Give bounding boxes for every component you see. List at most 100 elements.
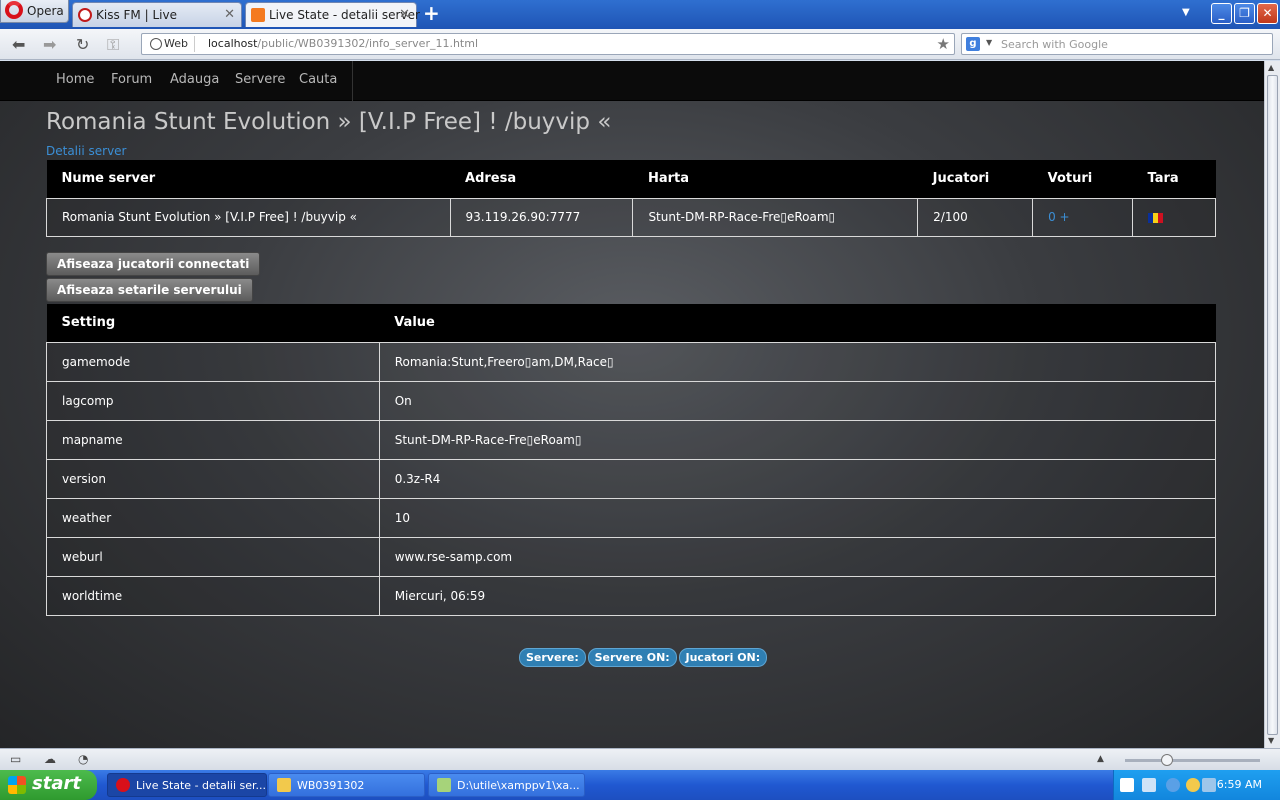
search-engine-chevron-down-icon[interactable]: ▼: [986, 38, 992, 47]
table-row: weburl www.rse-samp.com: [46, 536, 1217, 577]
forward-arrow-icon[interactable]: ➡: [43, 35, 56, 54]
address-url[interactable]: localhost/public/WB0391302/info_server_1…: [208, 37, 478, 50]
taskbar-item-notepad[interactable]: D:\utile\xamppv1\xa...: [428, 773, 585, 797]
scroll-up-icon[interactable]: ▲: [1268, 63, 1274, 72]
taskbar-item-label: WB0391302: [297, 779, 365, 792]
setting-name-cell: worldtime: [46, 575, 380, 616]
windows-taskbar: start Live State - detalii ser... WB0391…: [0, 770, 1280, 800]
help-icon[interactable]: [1120, 778, 1134, 792]
nav-cauta[interactable]: Cauta: [299, 72, 337, 87]
setting-value-cell: www.rse-samp.com: [378, 536, 1217, 577]
tab-title: Kiss FM | Live: [96, 8, 177, 22]
scroll-down-icon[interactable]: ▼: [1268, 736, 1274, 745]
table-row: weather 10: [46, 497, 1217, 538]
tab-close-icon[interactable]: ✕: [399, 7, 410, 22]
tab-kiss-fm[interactable]: Kiss FM | Live ✕: [72, 2, 242, 27]
taskbar-item-folder[interactable]: WB0391302: [268, 773, 425, 797]
table-header-row: Nume server Adresa Harta Jucatori Voturi…: [46, 160, 1216, 198]
back-arrow-icon[interactable]: ⬅: [12, 35, 25, 54]
search-box[interactable]: g ▼ Search with Google: [961, 33, 1273, 55]
setting-name-cell: gamemode: [46, 341, 380, 382]
messenger-icon[interactable]: [1186, 778, 1200, 792]
nav-servere[interactable]: Servere: [235, 72, 285, 87]
table-row: version 0.3z-R4: [46, 458, 1217, 499]
nav-forum[interactable]: Forum: [111, 72, 152, 87]
setting-value-cell: On: [378, 380, 1217, 421]
nav-divider: [352, 61, 353, 101]
table-row: mapname Stunt-DM-RP-Race-Fre▯eRoam▯: [46, 419, 1217, 460]
view-chevron-up-icon[interactable]: ▲: [1097, 754, 1104, 764]
page-viewport: Home Forum Adauga Servere Cauta Romania …: [0, 61, 1264, 748]
table-row: Romania Stunt Evolution » [V.I.P Free] !…: [46, 197, 1216, 237]
server-country-cell: [1132, 197, 1216, 237]
address-bar[interactable]: Web localhost/public/WB0391302/info_serv…: [141, 33, 955, 55]
vote-link[interactable]: 0 +: [1048, 210, 1070, 224]
maximize-window-button[interactable]: ❐: [1234, 3, 1255, 24]
nav-home[interactable]: Home: [56, 72, 94, 87]
taskbar-item-label: D:\utile\xamppv1\xa...: [457, 779, 580, 792]
folder-icon: [277, 778, 291, 792]
setting-name-cell: mapname: [46, 419, 380, 460]
column-header: Jucatori: [917, 160, 1033, 198]
setting-name-cell: version: [46, 458, 380, 499]
opera-unite-icon[interactable]: ☁: [44, 752, 56, 766]
servers-on-stat-badge: Servere ON:: [587, 648, 677, 667]
volume-icon[interactable]: [1202, 778, 1216, 792]
opera-menu-label: Opera: [27, 4, 64, 18]
browser-status-bar: ▭ ☁ ◔ ▲: [0, 748, 1280, 770]
turbo-icon[interactable]: ◔: [78, 752, 88, 766]
tab-live-state[interactable]: Live State - detalii server ✕: [245, 2, 420, 27]
setting-value-cell: Stunt-DM-RP-Race-Fre▯eRoam▯: [378, 419, 1217, 460]
zoom-slider[interactable]: [1125, 754, 1260, 766]
settings-table: Setting Value gamemode Romania:Stunt,Free…: [46, 304, 1217, 616]
windows-logo-icon: [8, 776, 26, 794]
zoom-slider-knob[interactable]: [1161, 754, 1173, 766]
network-icon[interactable]: [1142, 778, 1156, 792]
server-name-cell: Romania Stunt Evolution » [V.I.P Free] !…: [46, 197, 451, 237]
server-info-table: Nume server Adresa Harta Jucatori Voturi…: [46, 160, 1216, 237]
page-title: Romania Stunt Evolution » [V.I.P Free] !…: [46, 109, 612, 135]
setting-value-cell: Miercuri, 06:59: [378, 575, 1217, 616]
server-players-cell: 2/100: [917, 197, 1034, 237]
start-button[interactable]: start: [0, 770, 97, 800]
table-row: lagcomp On: [46, 380, 1217, 421]
opera-menu-button[interactable]: Opera: [0, 0, 69, 23]
column-header: Setting: [46, 304, 380, 342]
servers-stat-badge: Servere:: [519, 648, 586, 667]
setting-name-cell: weather: [46, 497, 380, 538]
server-votes-cell: 0 +: [1032, 197, 1134, 237]
new-tab-button[interactable]: +: [423, 3, 440, 23]
column-header: Nume server: [46, 160, 451, 198]
column-header: Voturi: [1032, 160, 1133, 198]
scrollbar-thumb[interactable]: [1267, 75, 1278, 735]
key-icon[interactable]: ⚿: [107, 35, 119, 55]
tab-list-chevron-down-icon[interactable]: ▼: [1182, 7, 1190, 18]
panel-toggle-icon[interactable]: ▭: [10, 752, 21, 766]
reload-icon[interactable]: ↻: [76, 35, 89, 54]
minimize-window-button[interactable]: _: [1211, 3, 1232, 24]
xampp-favicon-icon: [251, 8, 265, 22]
url-host: localhost: [208, 37, 258, 50]
vertical-scrollbar[interactable]: ▲ ▼: [1264, 61, 1280, 748]
tray-chevron-left-icon[interactable]: [1166, 778, 1180, 792]
footer-stats: Servere: Servere ON: Jucatori ON:: [519, 648, 768, 667]
taskbar-item-opera[interactable]: Live State - detalii ser...: [107, 773, 267, 797]
table-header-row: Setting Value: [46, 304, 1216, 342]
tab-title: Live State - detalii server: [269, 8, 420, 22]
column-header: Adresa: [450, 160, 633, 198]
kiss-fm-favicon-icon: [78, 8, 92, 22]
page-subtitle: Detalii server: [46, 144, 127, 158]
address-mode-badge[interactable]: Web: [146, 36, 195, 52]
setting-name-cell: lagcomp: [46, 380, 380, 421]
server-map-cell: Stunt-DM-RP-Race-Fre▯eRoam▯: [632, 197, 919, 237]
show-settings-button[interactable]: Afiseaza setarile serverului: [46, 278, 253, 302]
column-header: Value: [379, 304, 1216, 342]
tab-close-icon[interactable]: ✕: [224, 7, 235, 22]
players-on-stat-badge: Jucatori ON:: [678, 648, 768, 667]
bookmark-star-icon[interactable]: ★: [937, 35, 950, 53]
nav-adauga[interactable]: Adauga: [170, 72, 219, 87]
column-header: Tara: [1132, 160, 1216, 198]
close-window-button[interactable]: ✕: [1257, 3, 1278, 24]
show-players-button[interactable]: Afiseaza jucatorii connectati: [46, 252, 261, 276]
setting-value-cell: Romania:Stunt,Freero▯am,DM,Race▯: [378, 341, 1217, 382]
